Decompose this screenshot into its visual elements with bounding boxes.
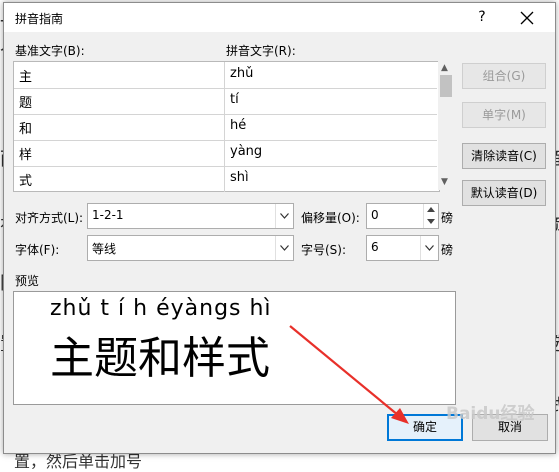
baidu-watermark: Baidu经验: [446, 404, 535, 424]
annotation-arrow-icon: [289, 325, 409, 424]
